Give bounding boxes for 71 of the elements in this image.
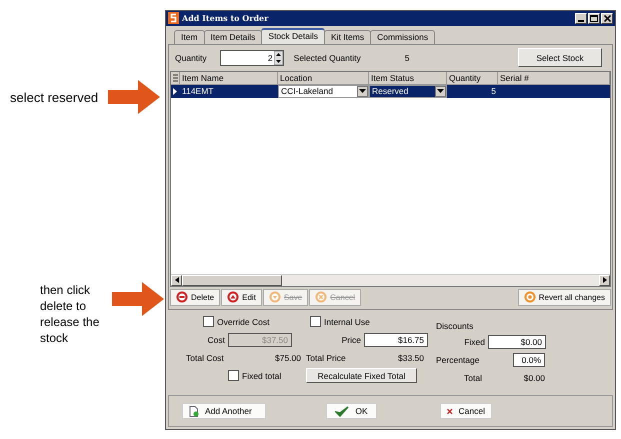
- maximize-icon: [590, 14, 598, 22]
- tab[interactable]: Item: [174, 30, 205, 44]
- percentage-field[interactable]: 0.0%: [513, 352, 545, 367]
- field-label: Total Cost: [185, 352, 225, 363]
- table-row[interactable]: 114EMT CCI-Lakeland Reserved 5: [171, 84, 610, 98]
- recalculate-button[interactable]: Recalculate Fixed Total: [306, 368, 417, 384]
- arrow-icon: [108, 80, 160, 114]
- cancel-icon: [315, 291, 328, 304]
- total-cost-value: $75.00: [274, 352, 301, 363]
- checkbox-label: Override Cost: [217, 316, 270, 327]
- edit-button[interactable]: Edit: [221, 288, 262, 306]
- select-stock-button[interactable]: Select Stock: [518, 48, 602, 68]
- spinner-arrows-icon: [274, 50, 283, 65]
- horizontal-scrollbar[interactable]: [171, 274, 610, 286]
- price-field[interactable]: $16.75: [364, 332, 428, 347]
- column-header: [171, 72, 180, 85]
- checkmark-icon: [335, 406, 350, 417]
- field-label: Percentage: [436, 354, 480, 365]
- field-label: Total Price: [306, 352, 347, 363]
- maximize-button[interactable]: [588, 12, 600, 24]
- scroll-left-icon: [174, 277, 178, 284]
- column-header: Serial #: [498, 72, 610, 85]
- selected-quantity-value: 5: [404, 52, 410, 63]
- arrow-icon: [112, 282, 164, 316]
- row-pointer-icon: [173, 88, 177, 95]
- column-header: Item Status: [369, 72, 447, 85]
- column-header: Quantity: [447, 72, 498, 85]
- checkbox[interactable]: [310, 316, 321, 328]
- annotation-text: select reserved: [10, 90, 98, 104]
- dropdown-arrow-icon: [359, 89, 366, 94]
- checkbox[interactable]: [228, 370, 239, 382]
- discount-total-value: $0.00: [522, 372, 545, 383]
- quantity-spinner[interactable]: 2: [220, 50, 284, 66]
- tab[interactable]: Stock Details: [261, 28, 326, 44]
- close-button[interactable]: [601, 12, 613, 24]
- app-icon: [168, 12, 179, 24]
- field-label: Total: [463, 372, 483, 383]
- quantity-label: Quantity: [175, 52, 207, 63]
- document-add-icon: [189, 406, 199, 417]
- location-dropdown[interactable]: CCI-Lakeland: [278, 84, 369, 98]
- table-cell-text: 114EMT: [181, 85, 214, 98]
- annotation-text: then click delete to release the stock: [40, 282, 100, 346]
- delete-icon: [176, 291, 188, 304]
- scroll-right-icon: [602, 277, 606, 284]
- total-price-value: $33.50: [397, 352, 424, 363]
- field-label: Fixed: [463, 336, 486, 347]
- checkbox[interactable]: [203, 316, 214, 328]
- discounts-heading: Discounts: [436, 320, 474, 331]
- revert-icon: [524, 291, 536, 304]
- column-header: Location: [278, 72, 369, 85]
- status-dropdown[interactable]: Reserved: [369, 84, 447, 98]
- selected-quantity-label: Selected Quantity: [294, 52, 361, 63]
- dropdown-arrow-icon: [437, 89, 444, 94]
- close-icon: [604, 14, 610, 22]
- add-button[interactable]: Add Another: [182, 403, 266, 420]
- save-icon: [268, 291, 281, 304]
- revert-button[interactable]: Revert all changes: [518, 288, 611, 306]
- table-cell-text: 5: [490, 85, 497, 98]
- checkbox-label: Fixed total: [242, 370, 282, 381]
- delete-button[interactable]: Delete: [170, 288, 220, 306]
- field-label: Cost: [206, 334, 226, 345]
- field-label: Price: [340, 334, 362, 345]
- fixed-discount-field[interactable]: $0.00: [488, 334, 546, 349]
- edit-icon: [227, 291, 240, 304]
- window-title: Add Items to Order: [182, 13, 268, 24]
- minimize-button[interactable]: [575, 12, 587, 24]
- tab[interactable]: Commissions: [370, 30, 436, 44]
- column-header: Item Name: [180, 72, 278, 85]
- checkbox-label: Internal Use: [324, 316, 370, 327]
- cancel-button[interactable]: Cancel: [440, 403, 492, 420]
- ok-button[interactable]: OK: [326, 403, 377, 420]
